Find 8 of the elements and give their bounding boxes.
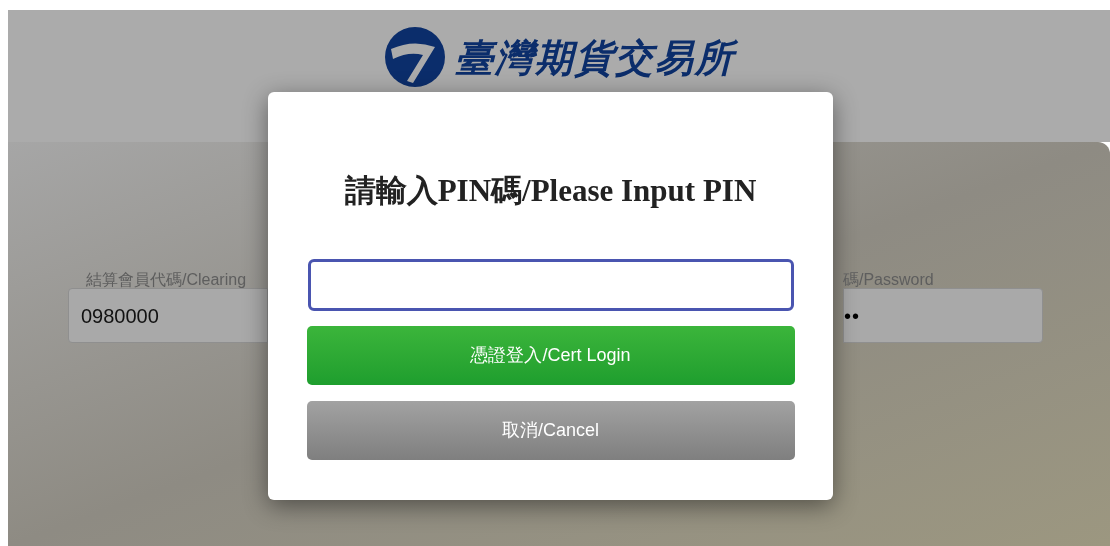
- field-value: ••: [844, 303, 860, 329]
- login-field[interactable]: ••: [843, 288, 1043, 343]
- dialog-title: 請輸入PIN碼/Please Input PIN: [344, 172, 757, 210]
- field-label: 結算會員代碼/Clearing: [86, 270, 247, 290]
- pin-input-field[interactable]: [307, 258, 794, 311]
- logo-icon: [383, 25, 447, 89]
- login-field[interactable]: 0980000: [68, 288, 268, 343]
- field-value: 0980000: [81, 303, 159, 329]
